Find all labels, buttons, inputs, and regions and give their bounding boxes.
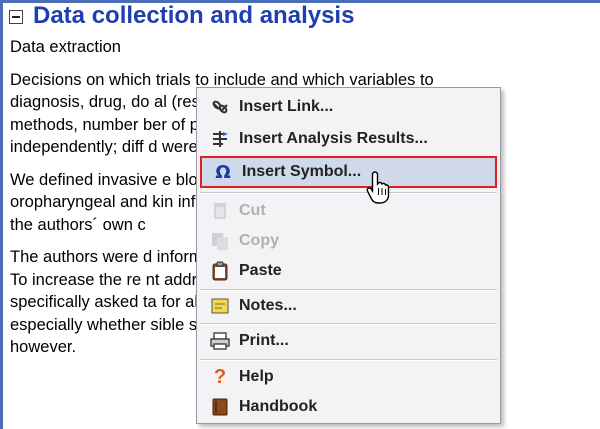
- menu-item-insert-analysis-results[interactable]: Insert Analysis Results...: [197, 124, 500, 154]
- menu-item-label: Cut: [239, 202, 266, 219]
- menu-item-help[interactable]: ? Help: [197, 362, 500, 392]
- book-icon: [209, 396, 231, 418]
- menu-item-notes[interactable]: Notes...: [197, 291, 500, 321]
- copy-icon: [209, 230, 231, 252]
- menu-separator: [200, 289, 497, 291]
- menu-item-label: Print...: [239, 332, 289, 349]
- menu-item-label: Insert Analysis Results...: [239, 130, 428, 147]
- menu-item-label: Insert Link...: [239, 98, 334, 115]
- menu-item-label: Copy: [239, 232, 279, 249]
- clipboard-icon: [209, 260, 231, 282]
- subheading: Data extraction: [10, 38, 121, 56]
- menu-item-label: Paste: [239, 262, 282, 279]
- section-title: Data collection and analysis: [33, 2, 355, 29]
- hand-pointer-cursor-icon: [366, 171, 390, 204]
- link-icon: [209, 96, 231, 118]
- document-panel: Data collection and analysis Data extrac…: [0, 0, 600, 429]
- menu-item-cut[interactable]: Cut: [197, 196, 500, 226]
- menu-separator: [200, 323, 497, 325]
- menu-separator: [200, 359, 497, 361]
- collapse-toggle-icon[interactable]: [9, 10, 23, 24]
- note-icon: [209, 295, 231, 317]
- menu-item-handbook[interactable]: Handbook: [197, 392, 500, 422]
- context-menu: Insert Link... Insert Analysis Results..…: [196, 87, 501, 424]
- menu-item-copy[interactable]: Copy: [197, 226, 500, 256]
- menu-item-label: Help: [239, 368, 274, 385]
- menu-item-insert-link[interactable]: Insert Link...: [197, 92, 500, 122]
- section-header: Data collection and analysis: [9, 0, 354, 32]
- menu-item-print[interactable]: Print...: [197, 326, 500, 356]
- printer-icon: [209, 330, 231, 352]
- menu-item-paste[interactable]: Paste: [197, 256, 500, 286]
- menu-separator: [200, 192, 497, 194]
- omega-symbol-icon: Ω: [215, 161, 231, 183]
- analysis-results-icon: [209, 128, 231, 150]
- menu-item-label: Handbook: [239, 398, 318, 415]
- scissors-icon: [209, 200, 231, 222]
- question-mark-icon: ?: [213, 365, 227, 388]
- menu-item-label: Notes...: [239, 297, 297, 314]
- menu-item-label: Insert Symbol...: [242, 163, 362, 180]
- menu-item-insert-symbol[interactable]: Ω Insert Symbol...: [200, 156, 497, 188]
